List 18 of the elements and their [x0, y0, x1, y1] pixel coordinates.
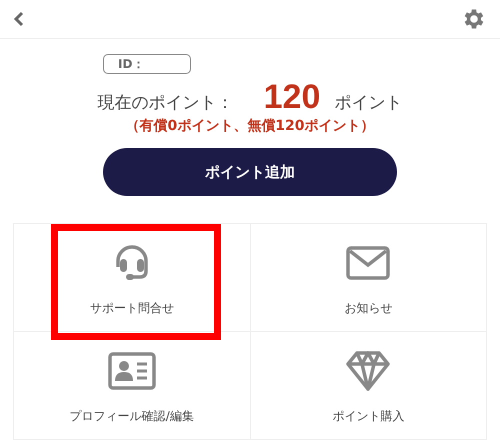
points-unit: ポイント [334, 92, 402, 114]
points-breakdown: （有償0ポイント、無償120ポイント） [126, 117, 374, 135]
menu-label: ポイント購入 [332, 408, 404, 425]
menu-tile[interactable]: お知らせ [250, 224, 487, 332]
points-label: 現在のポイント： [98, 92, 234, 114]
menu-label: プロフィール確認/編集 [70, 408, 194, 425]
add-points-button[interactable]: ポイント追加 [103, 148, 397, 196]
menu-label: お知らせ [344, 300, 392, 317]
menu-label: サポート問合せ [90, 300, 174, 317]
id-card-icon [108, 352, 156, 390]
menu-tile[interactable]: サポート問合せ [14, 224, 250, 332]
menu-tile[interactable]: ポイント購入 [250, 332, 487, 440]
points-value: 120 [264, 78, 320, 117]
envelope-icon [346, 246, 390, 280]
diamond-icon [345, 350, 392, 392]
menu-tile[interactable]: プロフィール確認/編集 [14, 332, 250, 440]
id-field: ID： [103, 54, 191, 74]
back-icon[interactable] [13, 11, 25, 27]
